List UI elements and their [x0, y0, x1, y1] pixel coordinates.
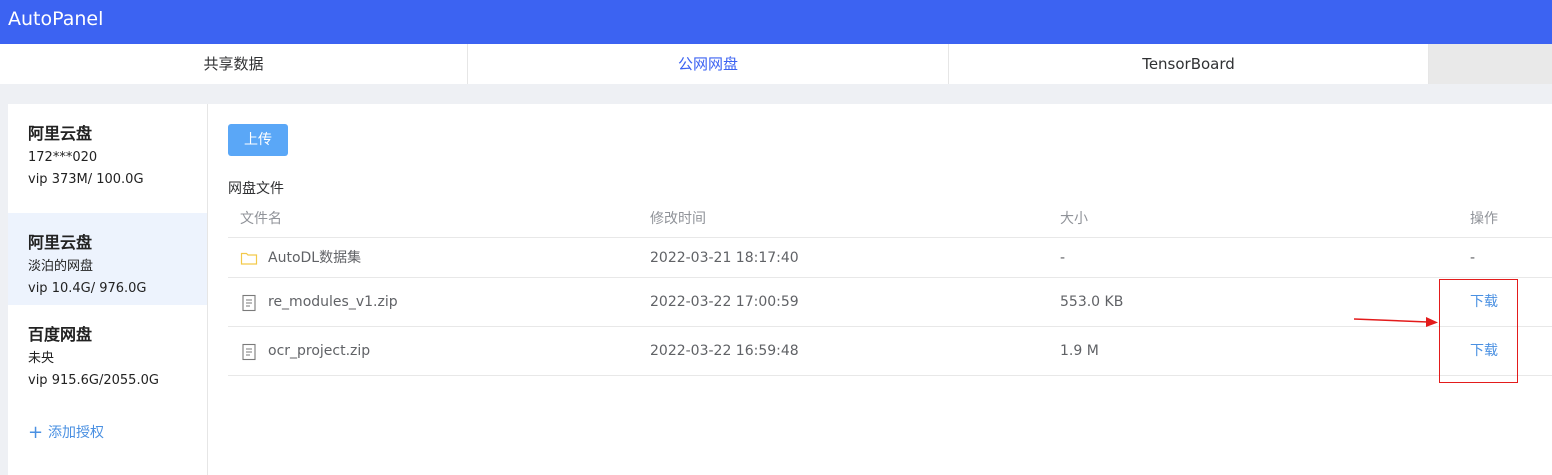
- tab-tensorboard[interactable]: TensorBoard: [949, 44, 1429, 84]
- file-name-cell: AutoDL数据集: [240, 238, 361, 278]
- table-row[interactable]: ocr_project.zip 2022-03-22 16:59:48 1.9 …: [228, 327, 1552, 376]
- tab-public-netdisk[interactable]: 公网网盘: [468, 44, 949, 84]
- file-name-cell: re_modules_v1.zip: [240, 278, 398, 327]
- file-name-cell: ocr_project.zip: [240, 327, 370, 376]
- file-size: 1.9 M: [1060, 343, 1099, 359]
- account-quota: vip 373M/ 100.0G: [28, 172, 144, 187]
- account-name: 阿里云盘: [28, 233, 93, 252]
- account-name: 百度网盘: [28, 325, 93, 344]
- file-icon: [242, 343, 256, 360]
- column-header-op: 操作: [1470, 211, 1498, 227]
- column-header-time: 修改时间: [650, 211, 706, 227]
- file-icon: [242, 294, 256, 311]
- account-name: 阿里云盘: [28, 124, 93, 143]
- account-quota: vip 10.4G/ 976.0G: [28, 281, 147, 296]
- file-name[interactable]: ocr_project.zip: [268, 327, 370, 376]
- main-panel: 上传 网盘文件 文件名 修改时间 大小 操作 AutoDL数据集 2022-03…: [208, 104, 1552, 475]
- folder-icon: [240, 252, 258, 265]
- file-name[interactable]: re_modules_v1.zip: [268, 278, 398, 327]
- account-quota: vip 915.6G/2055.0G: [28, 373, 159, 388]
- account-sidebar: 阿里云盘 172***020 vip 373M/ 100.0G 阿里云盘 淡泊的…: [8, 104, 208, 475]
- account-item-aliyun-1[interactable]: 阿里云盘 172***020 vip 373M/ 100.0G: [8, 104, 207, 196]
- account-item-aliyun-2[interactable]: 阿里云盘 淡泊的网盘 vip 10.4G/ 976.0G: [8, 213, 207, 305]
- file-time: 2022-03-21 18:17:40: [650, 250, 799, 266]
- account-user: 172***020: [28, 150, 98, 165]
- top-bar: AutoPanel: [0, 0, 1552, 44]
- tab-bar: 共享数据 公网网盘 TensorBoard: [0, 44, 1552, 84]
- annotation-highlight-box: [1439, 279, 1518, 383]
- plus-icon: +: [28, 422, 44, 443]
- app-title: AutoPanel: [8, 8, 104, 30]
- annotation-arrow-icon: [1354, 317, 1438, 327]
- column-header-size: 大小: [1060, 211, 1088, 227]
- add-authorization-button[interactable]: + 添加授权: [28, 424, 104, 442]
- add-authorization-label: 添加授权: [48, 425, 104, 441]
- file-name[interactable]: AutoDL数据集: [268, 238, 361, 278]
- table-row[interactable]: AutoDL数据集 2022-03-21 18:17:40 - -: [228, 238, 1552, 278]
- tab-bar-filler: [1429, 44, 1552, 84]
- section-title: 网盘文件: [228, 181, 284, 197]
- table-header: 文件名 修改时间 大小 操作: [228, 200, 1552, 238]
- column-header-name: 文件名: [240, 211, 282, 227]
- tab-shared-data[interactable]: 共享数据: [0, 44, 468, 84]
- file-op-none: -: [1470, 250, 1476, 266]
- account-user: 淡泊的网盘: [28, 259, 94, 274]
- upload-button[interactable]: 上传: [228, 124, 288, 156]
- file-time: 2022-03-22 16:59:48: [650, 343, 799, 359]
- account-user: 未央: [28, 351, 55, 366]
- file-size: -: [1060, 250, 1066, 266]
- account-item-baidu[interactable]: 百度网盘 未央 vip 915.6G/2055.0G: [8, 305, 207, 397]
- file-size: 553.0 KB: [1060, 294, 1124, 310]
- file-time: 2022-03-22 17:00:59: [650, 294, 799, 310]
